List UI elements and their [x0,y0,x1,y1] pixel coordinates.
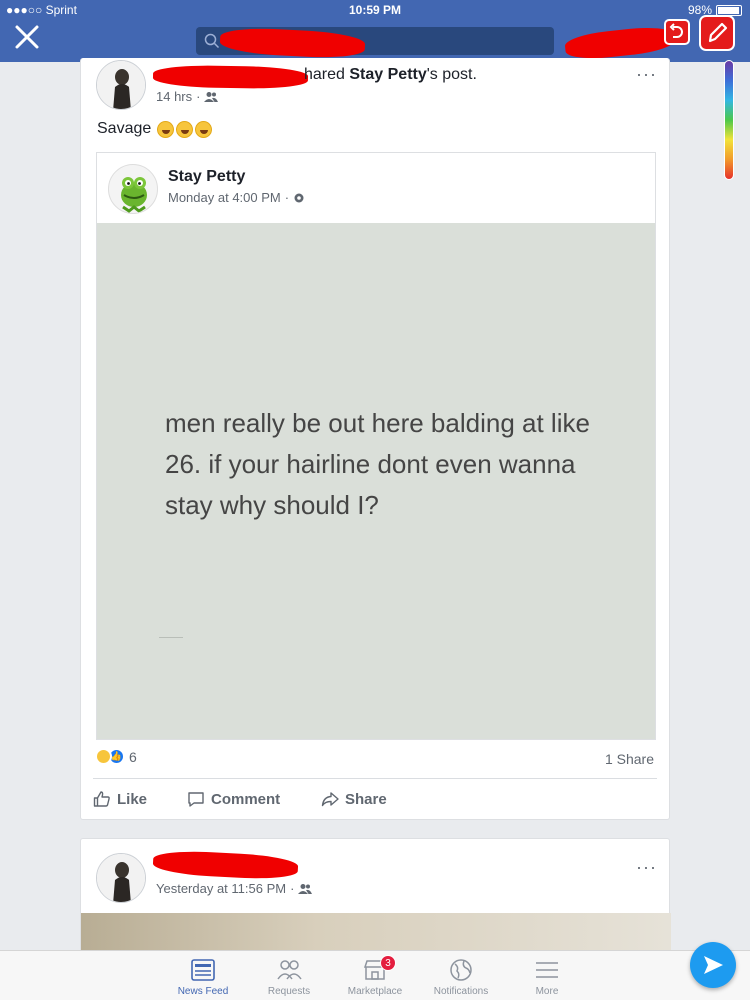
friends-audience-icon [204,91,219,102]
page-name-link[interactable]: Stay Petty [168,168,245,186]
friends-audience-icon [298,883,313,894]
status-bar: ●●●○○ Sprint 10:59 PM 98% [0,2,750,18]
tab-notifications[interactable]: Notifications [418,957,504,997]
kermit-image [121,177,147,213]
post-actions: Like Comment Share [81,786,671,816]
tab-label: More [535,986,559,997]
share-count[interactable]: 1 Share [605,751,654,767]
laughing-emoji [157,120,175,138]
public-gear-icon [294,193,304,202]
undo-button[interactable] [664,19,690,45]
shared-verb: hared [304,66,345,83]
tab-marketplace[interactable]: 3 Marketplace [332,955,418,997]
tab-requests[interactable]: Requests [246,957,332,997]
tab-more[interactable]: More [504,957,590,997]
shared-image[interactable]: men really be out here balding at like 2… [97,223,655,739]
globe-icon [450,959,472,981]
laughing-emoji [176,120,194,138]
image-mark [159,637,183,638]
post-time[interactable]: 14 hrs [156,89,192,104]
friends-icon [277,960,302,980]
send-button[interactable] [690,942,736,988]
pencil-icon [708,22,728,43]
person-photo [97,854,145,902]
post-meta: 14 hrs · [156,89,219,104]
undo-icon [669,23,683,38]
avatar[interactable] [96,60,146,110]
share-label: Share [345,790,387,808]
share-button[interactable]: Share [321,790,387,808]
clock: 10:59 PM [348,3,402,17]
tab-label: Requests [267,986,311,997]
shared-post-time[interactable]: Monday at 4:00 PM [168,190,281,205]
close-back-button[interactable] [12,22,42,52]
avatar[interactable] [96,853,146,903]
haha-reaction-icon [95,748,112,765]
feed-post: hared Stay Petty's post. 14 hrs · ··· Sa… [80,58,670,820]
reaction-summary[interactable]: 👍 6 [95,748,137,765]
send-arrow-icon [704,956,723,974]
laughing-emoji [195,120,213,138]
more-options-button[interactable]: ··· [636,857,657,878]
bottom-tab-bar: News Feed Requests 3 Marketplace Notific… [0,950,750,1000]
reaction-count: 6 [129,748,137,765]
like-button[interactable]: Like [93,790,147,808]
shared-tail: 's post. [426,66,477,83]
tab-label: News Feed [177,986,229,997]
like-label: Like [117,790,148,808]
tab-label: Marketplace [347,986,403,997]
menu-icon [536,962,558,978]
search-icon [204,33,220,49]
redaction-mark [563,24,677,62]
top-nav-bar: ●●●○○ Sprint 10:59 PM 98% [0,0,750,62]
redaction-mark [152,849,299,881]
tab-news-feed[interactable]: News Feed [160,957,246,997]
close-icon [15,25,39,49]
shared-post-embed[interactable]: Stay Petty Monday at 4:00 PM · men reall… [96,152,656,740]
post-body-text: Savage [97,120,152,137]
comment-button[interactable]: Comment [187,790,280,808]
thumbs-up-icon [93,791,110,807]
page-avatar[interactable] [108,164,158,214]
person-photo [97,61,145,109]
shared-page-link[interactable]: Stay Petty [349,66,426,83]
more-options-button[interactable]: ··· [636,64,657,85]
post-time[interactable]: Yesterday at 11:56 PM [156,881,286,896]
post-body: Savage [97,120,213,138]
notification-badge: 3 [380,955,396,971]
news-feed-icon [191,959,215,981]
comment-label: Comment [211,790,281,808]
comment-icon [188,792,204,807]
shared-post-meta: Monday at 4:00 PM · [168,190,305,205]
share-arrow-icon [321,792,339,807]
tab-label: Notifications [433,986,489,997]
feed-post: Yesterday at 11:56 PM · ··· [80,838,671,959]
divider [93,778,657,779]
color-picker-slider[interactable] [724,60,734,180]
post-header-text: hared Stay Petty's post. [154,66,477,84]
draw-pencil-button[interactable] [699,15,735,51]
post-meta: Yesterday at 11:56 PM · [156,881,313,896]
meme-text: men really be out here balding at like 2… [165,408,590,520]
shared-post-header: Stay Petty Monday at 4:00 PM · [97,153,655,223]
battery-icon [716,4,742,16]
